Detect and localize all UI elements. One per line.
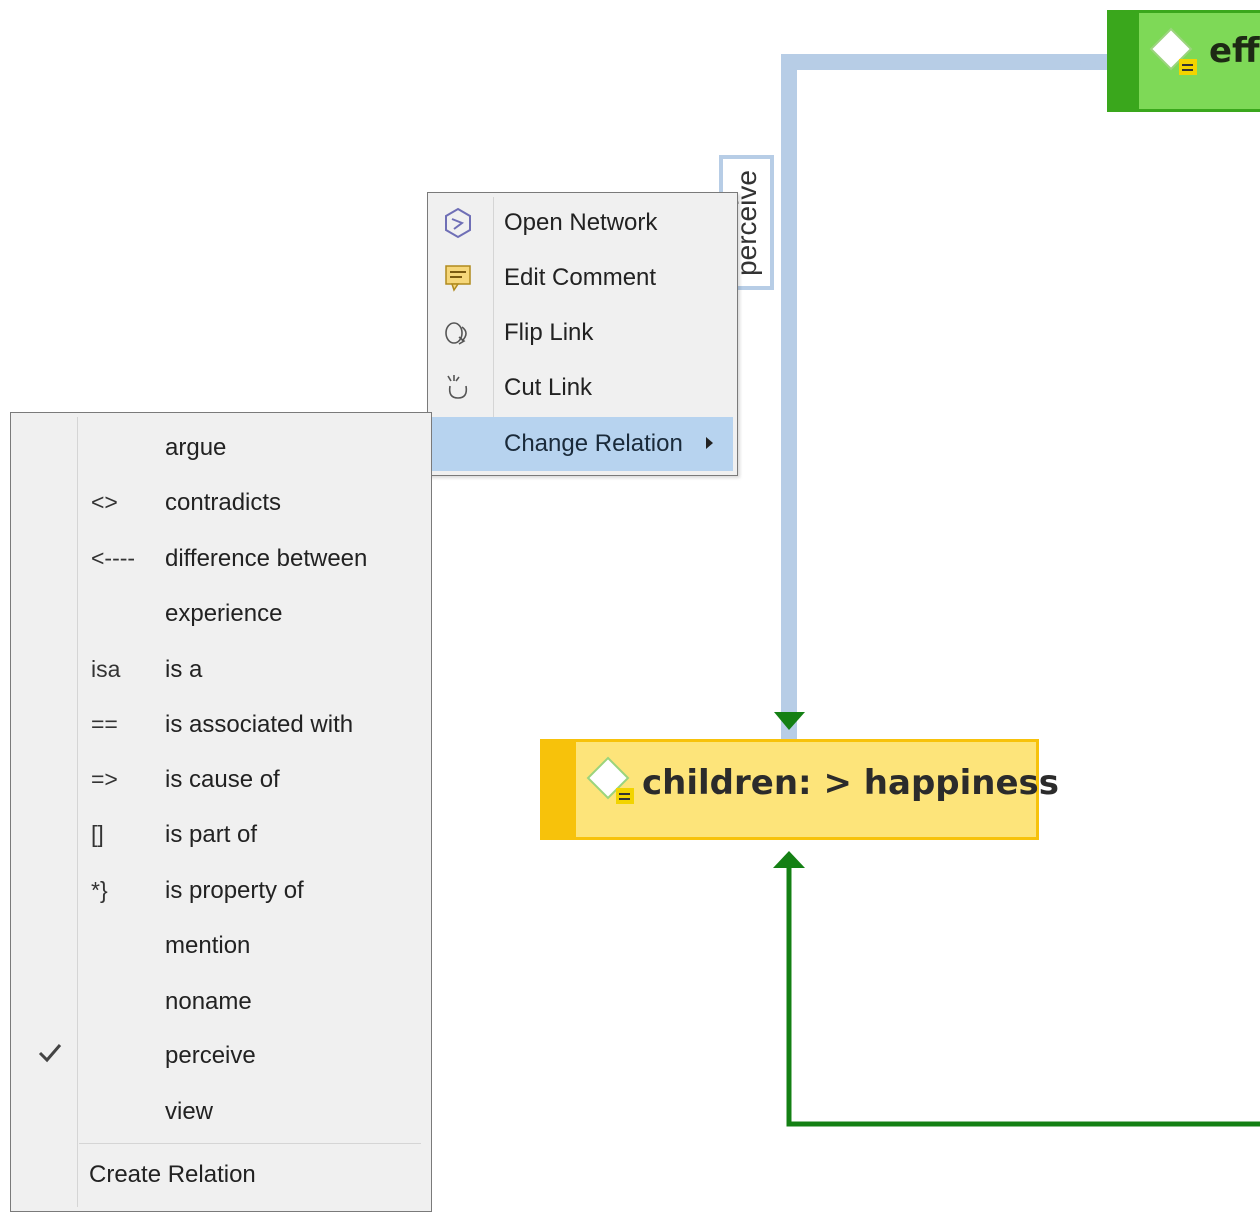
link-arrowhead-up bbox=[773, 851, 805, 868]
relation-item-noname[interactable]: noname bbox=[13, 973, 429, 1028]
relation-symbol: isa bbox=[91, 656, 121, 682]
relation-symbol: == bbox=[91, 711, 118, 737]
relation-item-is-cause-of[interactable]: => is cause of bbox=[13, 751, 429, 806]
comment-icon bbox=[445, 265, 471, 292]
node-label: children: > happiness bbox=[642, 763, 1060, 803]
flip-link-icon bbox=[445, 322, 467, 345]
relation-item-is-associated-with[interactable]: == is associated with bbox=[13, 696, 429, 751]
relation-item-is-property-of[interactable]: *} is property of bbox=[13, 862, 429, 917]
submenu-arrow-icon bbox=[706, 437, 713, 449]
link-arrowhead-green bbox=[774, 712, 805, 730]
relation-item-difference-between[interactable]: <---- difference between bbox=[13, 530, 429, 585]
network-icon bbox=[445, 207, 471, 239]
relation-item-is-a[interactable]: isa is a bbox=[13, 641, 429, 696]
relation-symbol: [] bbox=[91, 821, 104, 847]
relation-symbol: <---- bbox=[91, 545, 136, 571]
relation-item-is-part-of[interactable]: [] is part of bbox=[13, 806, 429, 861]
link-bottom-to-children[interactable] bbox=[773, 851, 1260, 1127]
cut-link-icon bbox=[447, 375, 468, 399]
relation-item-argue[interactable]: argue bbox=[13, 419, 429, 474]
checkmark-icon bbox=[38, 1044, 62, 1063]
node-label: eff bbox=[1209, 31, 1260, 71]
relation-item-mention[interactable]: mention bbox=[13, 917, 429, 972]
node-diamond-comment-icon bbox=[586, 756, 634, 804]
link-endpoint-dot bbox=[1080, 54, 1096, 70]
relation-item-perceive[interactable]: perceive bbox=[13, 1027, 429, 1082]
node-effect[interactable]: eff bbox=[1107, 10, 1260, 112]
relation-item-view[interactable]: view bbox=[13, 1083, 429, 1138]
relation-symbol: <> bbox=[91, 489, 118, 515]
menu-item-edit-comment[interactable]: Edit Comment bbox=[432, 251, 733, 305]
relation-item-experience[interactable]: experience bbox=[13, 585, 429, 640]
node-children-happiness[interactable]: children: > happiness bbox=[540, 739, 1059, 840]
menu-item-flip-link[interactable]: Flip Link bbox=[432, 306, 733, 360]
menu-separator bbox=[79, 1143, 421, 1144]
link-context-menu: Open Network Edit Comment Flip Link Cut … bbox=[427, 192, 738, 476]
menu-item-cut-link[interactable]: Cut Link bbox=[432, 361, 733, 415]
link-effect-to-children[interactable] bbox=[774, 54, 1107, 740]
relation-symbol: *} bbox=[91, 877, 108, 903]
menu-item-change-relation[interactable]: Change Relation bbox=[432, 417, 733, 471]
change-relation-submenu: argue <> contradicts <---- difference be… bbox=[10, 412, 432, 1212]
create-relation-item[interactable]: Create Relation bbox=[89, 1161, 256, 1189]
relation-item-contradicts[interactable]: <> contradicts bbox=[13, 474, 429, 529]
menu-item-open-network[interactable]: Open Network bbox=[432, 196, 733, 250]
relation-symbol: => bbox=[91, 766, 118, 792]
node-diamond-comment-icon bbox=[1149, 27, 1197, 75]
